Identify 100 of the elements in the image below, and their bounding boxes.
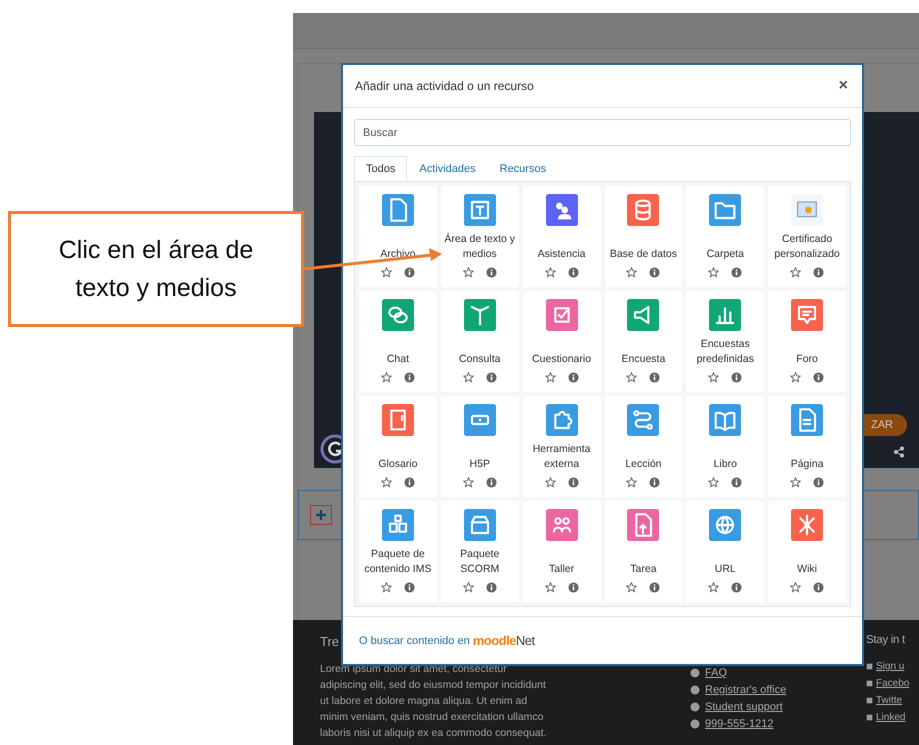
star-outline-icon[interactable]	[380, 477, 392, 488]
footer-link[interactable]: 999-555-1212	[705, 718, 774, 730]
info-icon[interactable]	[813, 477, 824, 488]
info-icon[interactable]	[649, 267, 660, 278]
activity-tile[interactable]: Cuestionario	[522, 291, 600, 392]
star-outline-icon[interactable]	[380, 582, 392, 593]
activity-label: Certificado personalizado	[773, 232, 841, 262]
info-icon[interactable]	[404, 477, 415, 488]
info-icon[interactable]	[486, 372, 497, 383]
star-outline-icon[interactable]	[462, 582, 474, 593]
search-field[interactable]: Buscar	[354, 119, 851, 146]
activity-label: URL	[714, 562, 737, 577]
tab[interactable]: Actividades	[407, 156, 488, 182]
info-icon[interactable]	[813, 372, 824, 383]
info-icon[interactable]	[813, 582, 824, 593]
footer-link[interactable]: Sign u	[876, 661, 904, 672]
activity-tile[interactable]: Tarea	[604, 501, 682, 602]
moodlenet-link[interactable]: O buscar contenido en	[359, 634, 470, 646]
activity-tile[interactable]: Lección	[604, 396, 682, 497]
activity-tile[interactable]: Consulta	[440, 291, 519, 392]
info-icon[interactable]	[731, 582, 742, 593]
info-icon[interactable]	[649, 477, 660, 488]
activity-tile[interactable]: Glosario	[359, 396, 437, 497]
star-outline-icon[interactable]	[708, 477, 720, 488]
activity-label: Wiki	[796, 562, 818, 577]
star-outline-icon[interactable]	[380, 372, 392, 383]
activity-label: Herramienta externa	[532, 442, 592, 472]
activity-tile[interactable]: Paquete SCORM	[440, 501, 519, 602]
star-outline-icon[interactable]	[544, 582, 556, 593]
footer-link[interactable]: Student support	[705, 701, 783, 713]
star-outline-icon[interactable]	[626, 582, 638, 593]
info-icon[interactable]	[731, 477, 742, 488]
share-icon[interactable]	[893, 446, 905, 458]
activity-tile[interactable]: Encuesta	[604, 291, 682, 392]
footer-link[interactable]: FAQ	[705, 667, 728, 679]
info-icon[interactable]	[568, 267, 579, 278]
activity-tile[interactable]: Encuestas predefinidas	[686, 291, 764, 392]
star-outline-icon[interactable]	[462, 267, 474, 278]
activity-label: Encuestas predefinidas	[696, 337, 755, 367]
activity-tile[interactable]: URL	[686, 501, 764, 602]
star-outline-icon[interactable]	[462, 477, 474, 488]
tab[interactable]: Recursos	[488, 156, 558, 182]
info-icon[interactable]	[486, 267, 497, 278]
info-icon[interactable]	[404, 267, 415, 278]
info-icon[interactable]	[649, 372, 660, 383]
star-outline-icon[interactable]	[708, 267, 720, 278]
star-outline-icon[interactable]	[626, 477, 638, 488]
activity-tile[interactable]: Paquete de contenido IMS	[359, 501, 437, 602]
tab[interactable]: Todos	[354, 156, 408, 182]
bullet-icon	[690, 668, 700, 678]
star-outline-icon[interactable]	[380, 267, 392, 278]
star-outline-icon[interactable]	[790, 267, 802, 278]
info-icon[interactable]	[486, 477, 497, 488]
footer-link[interactable]: Registrar's office	[705, 684, 786, 696]
info-icon[interactable]	[404, 582, 415, 593]
activity-tile[interactable]: Base de datos	[604, 186, 682, 287]
moodlenet-logo[interactable]: moodleNet	[472, 633, 535, 648]
activity-tile[interactable]: Libro	[686, 396, 764, 497]
info-icon[interactable]	[486, 582, 497, 593]
plus-icon[interactable]	[310, 505, 332, 525]
star-outline-icon[interactable]	[790, 477, 802, 488]
star-outline-icon[interactable]	[544, 477, 556, 488]
footer-link[interactable]: Facebo	[876, 678, 910, 689]
info-icon[interactable]	[404, 372, 415, 383]
activity-tile[interactable]: Herramienta externa	[522, 396, 600, 497]
activity-tile[interactable]: Carpeta	[686, 186, 764, 287]
activity-tile[interactable]: H5P	[440, 396, 519, 497]
footer-link[interactable]: Twitte	[876, 695, 902, 706]
activity-tile[interactable]: Taller	[522, 501, 600, 602]
activity-tile[interactable]: Chat	[359, 291, 437, 392]
bullet-icon	[690, 702, 700, 712]
info-icon[interactable]	[568, 582, 579, 593]
activity-label: Asistencia	[536, 247, 586, 262]
footer-link[interactable]: Linked	[876, 712, 906, 723]
star-outline-icon[interactable]	[544, 372, 556, 383]
activity-tile[interactable]: Foro	[768, 291, 846, 392]
activity-tile[interactable]: Área de texto y medios	[440, 186, 519, 287]
star-outline-icon[interactable]	[626, 267, 638, 278]
star-outline-icon[interactable]	[544, 267, 556, 278]
bullet-icon	[690, 685, 700, 695]
activity-tile[interactable]: Página	[768, 396, 846, 497]
activity-tile[interactable]: Wiki	[768, 501, 846, 602]
info-icon[interactable]	[731, 372, 742, 383]
callout-box: Clic en el área de texto y medios	[8, 211, 304, 327]
activity-label: Encuesta	[620, 352, 666, 367]
star-outline-icon[interactable]	[626, 372, 638, 383]
star-outline-icon[interactable]	[462, 372, 474, 383]
info-icon[interactable]	[568, 477, 579, 488]
info-icon[interactable]	[649, 582, 660, 593]
close-button[interactable]: ×	[834, 77, 852, 95]
info-icon[interactable]	[731, 267, 742, 278]
info-icon[interactable]	[813, 267, 824, 278]
star-outline-icon[interactable]	[708, 372, 720, 383]
activity-tile[interactable]: Asistencia	[522, 186, 600, 287]
activity-label: H5P	[468, 457, 491, 472]
activity-tile[interactable]: Certificado personalizado	[768, 186, 846, 287]
info-icon[interactable]	[568, 372, 579, 383]
star-outline-icon[interactable]	[790, 582, 802, 593]
star-outline-icon[interactable]	[790, 372, 802, 383]
star-outline-icon[interactable]	[708, 582, 720, 593]
